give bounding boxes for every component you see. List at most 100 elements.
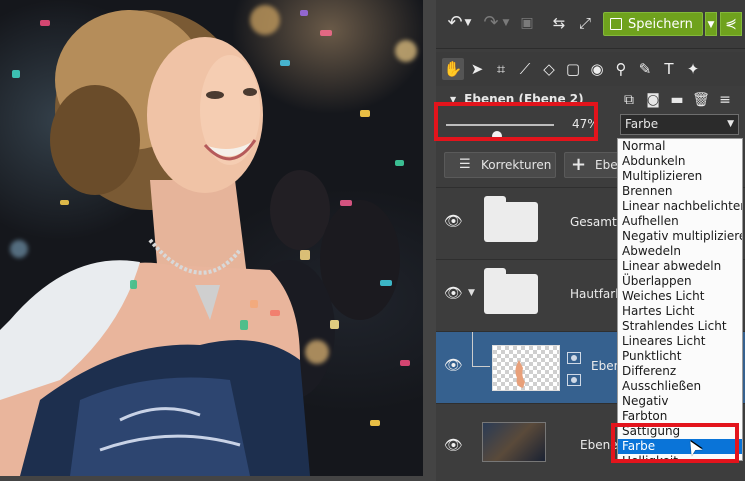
annotation-highlight-box (434, 102, 598, 141)
blend-option[interactable]: Abwedeln (618, 244, 742, 259)
expand-arrow-icon[interactable]: ▼ (468, 288, 475, 298)
blend-option[interactable]: Weiches Licht (618, 289, 742, 304)
blend-option[interactable]: Abdunkeln (618, 154, 742, 169)
tools-row: ✋ ➤ ⌗ ⟋ ◇ ▢ ◉ ⚲ ✎ T ✦ (436, 52, 745, 86)
canvas-bottom-edge (0, 476, 436, 481)
effects-icon[interactable]: ✦ (682, 58, 704, 80)
blend-option[interactable]: Linear nachbelichten (618, 199, 742, 214)
blend-mode-value: Farbe (625, 117, 659, 131)
layer-thumbnail (482, 422, 546, 462)
folder-icon (484, 268, 538, 314)
share-icon: ⋞ (725, 16, 737, 32)
blend-option[interactable]: Differenz (618, 364, 742, 379)
panel-menu-icon[interactable]: ≡ (716, 91, 734, 109)
layer-thumbnail-content (515, 360, 525, 388)
straighten-icon[interactable]: ⟋ (514, 58, 536, 80)
photo-subject (0, 10, 400, 476)
confetti (360, 110, 370, 117)
confetti (395, 160, 404, 166)
eye-icon[interactable]: 👁 (444, 436, 463, 454)
blend-option[interactable]: Überlappen (618, 274, 742, 289)
confetti (270, 310, 280, 316)
confetti (40, 20, 50, 26)
korrekturen-label: Korrekturen (481, 158, 552, 172)
save-disk-icon (610, 18, 622, 30)
blend-option[interactable]: Negativ (618, 394, 742, 409)
eye-icon[interactable]: 👁 (444, 356, 463, 374)
brush-icon[interactable]: ✎ (634, 58, 656, 80)
tree-line (472, 332, 473, 366)
confetti (250, 300, 258, 308)
new-folder-icon[interactable]: ▬ (668, 91, 686, 109)
confetti (330, 320, 339, 329)
blend-option[interactable]: Brennen (618, 184, 742, 199)
annotation-highlight-box (611, 423, 739, 463)
eye-icon[interactable]: 👁 (444, 212, 463, 230)
redo-icon[interactable]: ↷ (480, 12, 502, 34)
blend-option[interactable]: Hartes Licht (618, 304, 742, 319)
confetti (280, 60, 290, 66)
undo-dropdown-icon[interactable]: ▼ (462, 12, 474, 34)
hand-tool-icon[interactable]: ✋ (442, 58, 464, 80)
confetti (370, 420, 380, 426)
confetti (320, 30, 332, 36)
fullscreen-icon[interactable]: ⤢ (574, 12, 596, 34)
retouch-icon[interactable]: ⚲ (610, 58, 632, 80)
korrekturen-button[interactable]: ☰ Korrekturen (444, 152, 556, 178)
folder-icon (484, 196, 538, 242)
mask-icon[interactable] (567, 352, 581, 364)
blend-option[interactable]: Farbton (618, 409, 742, 424)
blend-option[interactable]: Lineares Licht (618, 334, 742, 349)
add-layer-label: Ebe (595, 158, 618, 172)
blend-option[interactable]: Strahlendes Licht (618, 319, 742, 334)
share-button[interactable]: ⋞ (720, 12, 742, 36)
chevron-down-icon: ▼ (727, 119, 734, 129)
mask-icon[interactable] (567, 374, 581, 386)
top-toolbar: ↶ ▼ ↷ ▼ ▣ ⇆ ⤢ Speichern ▼ ⋞ (436, 0, 745, 49)
duplicate-layer-icon[interactable]: ⧉ (620, 91, 638, 109)
confetti (380, 280, 392, 286)
bokeh-light (305, 340, 329, 364)
blend-option[interactable]: Ausschließen (618, 379, 742, 394)
tree-line (472, 366, 490, 367)
text-tool-icon[interactable]: T (658, 58, 680, 80)
bokeh-light (395, 40, 417, 62)
layer-thumbnail (492, 345, 560, 391)
adjustments-icon: ☰ (459, 157, 471, 172)
blend-option[interactable]: Aufhellen (618, 214, 742, 229)
redo-dropdown-icon[interactable]: ▼ (500, 12, 512, 34)
photo-canvas[interactable] (0, 0, 423, 476)
confetti (300, 250, 310, 260)
bokeh-light (10, 240, 28, 258)
panel-divider[interactable] (423, 0, 436, 481)
confetti (400, 360, 410, 366)
redeye-icon[interactable]: ◉ (586, 58, 608, 80)
blend-option[interactable]: Normal (618, 139, 742, 154)
blend-option[interactable]: Punktlicht (618, 349, 742, 364)
compare-icon[interactable]: ⇆ (548, 12, 570, 34)
history-image-icon[interactable]: ▣ (516, 12, 538, 34)
confetti (60, 200, 69, 205)
confetti (130, 280, 137, 289)
add-layer-button[interactable]: + Ebe (564, 152, 624, 178)
confetti (340, 200, 352, 206)
right-panel: ↶ ▼ ↷ ▼ ▣ ⇆ ⤢ Speichern ▼ ⋞ ✋ ➤ ⌗ ⟋ ◇ ▢ … (434, 0, 745, 481)
frame-icon[interactable]: ▢ (562, 58, 584, 80)
blend-option[interactable]: Multiplizieren (618, 169, 742, 184)
perspective-icon[interactable]: ◇ (538, 58, 560, 80)
blend-mode-dropdown-list[interactable]: Normal Abdunkeln Multiplizieren Brennen Line… (617, 138, 743, 461)
delete-layer-icon[interactable]: 🗑 (692, 91, 710, 109)
add-mask-icon[interactable]: ◙ (644, 91, 662, 109)
eye-icon[interactable]: 👁 (444, 284, 463, 302)
save-button[interactable]: Speichern (603, 12, 703, 36)
blend-mode-select[interactable]: Farbe ▼ (620, 114, 739, 135)
confetti (300, 10, 308, 16)
blend-option[interactable]: Linear abwedeln (618, 259, 742, 274)
crop-icon[interactable]: ⌗ (490, 58, 512, 80)
confetti (12, 70, 20, 78)
confetti (240, 320, 248, 330)
blend-option[interactable]: Negativ multiplizieren (618, 229, 742, 244)
save-button-label: Speichern (628, 17, 693, 32)
save-dropdown-button[interactable]: ▼ (705, 12, 717, 36)
select-arrow-icon[interactable]: ➤ (466, 58, 488, 80)
